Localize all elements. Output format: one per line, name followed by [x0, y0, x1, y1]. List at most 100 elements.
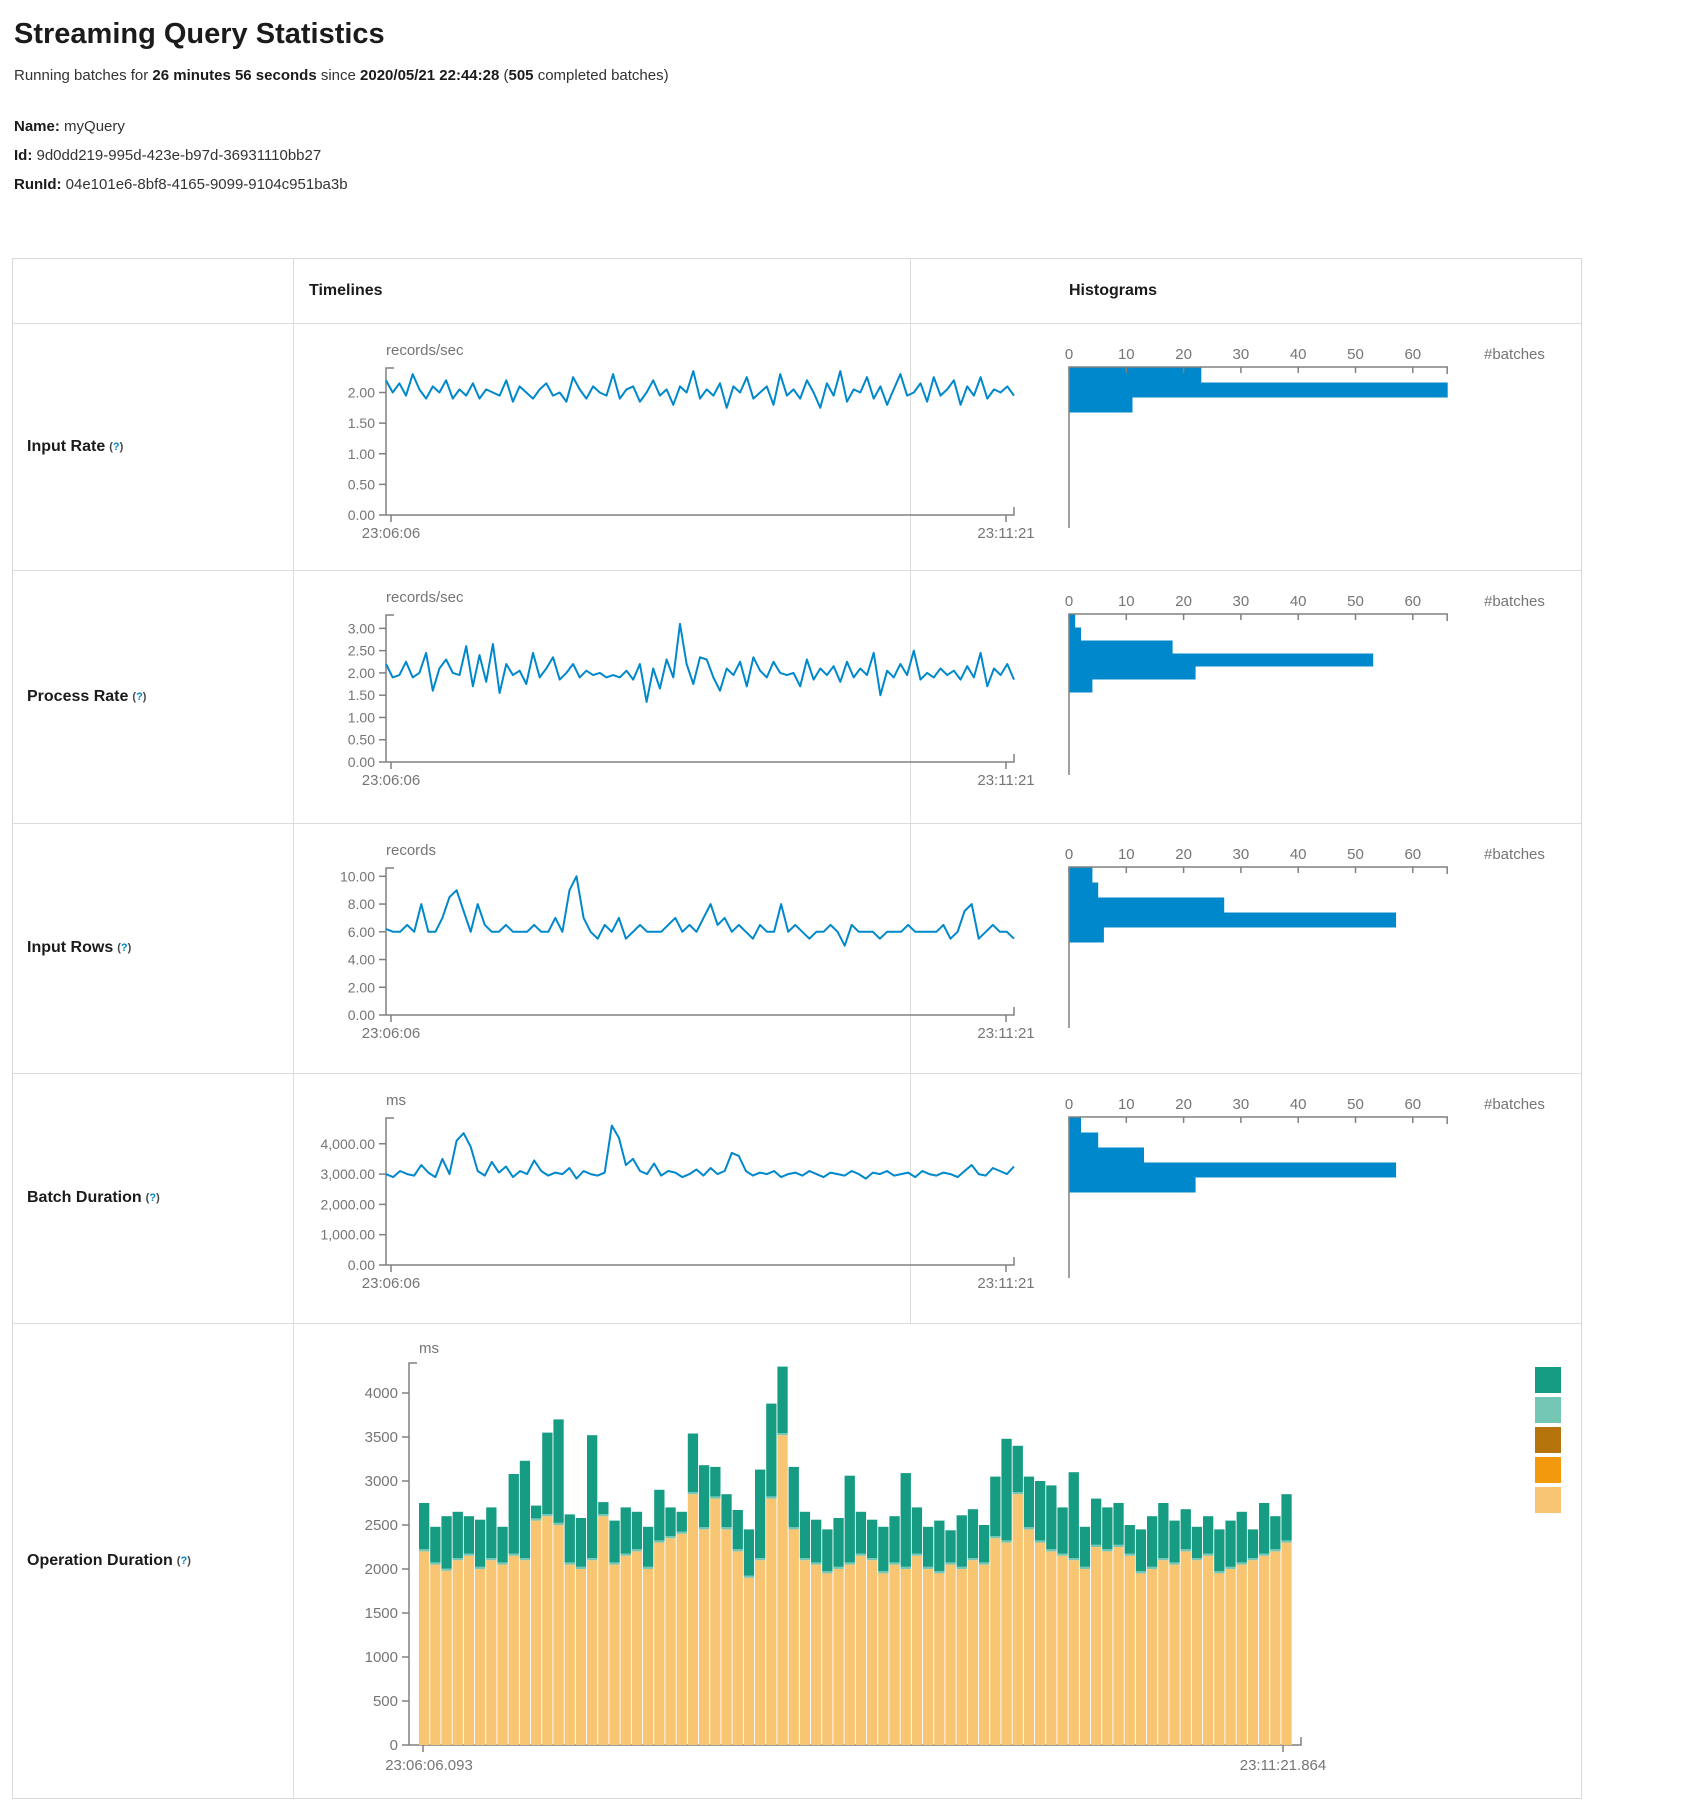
row-label-text: Input Rows — [27, 939, 113, 957]
query-runid-label: RunId: — [14, 176, 61, 193]
svg-text:1500: 1500 — [365, 1605, 398, 1622]
svg-text:ms: ms — [419, 1340, 439, 1357]
svg-text:10: 10 — [1118, 346, 1135, 363]
query-info: Name: myQuery Id: 9d0dd219-995d-423e-b97… — [14, 112, 1693, 199]
svg-text:2,000.00: 2,000.00 — [321, 1196, 376, 1212]
query-id-label: Id: — [14, 147, 32, 164]
legend-color-swatch — [1535, 1487, 1561, 1513]
svg-text:60: 60 — [1404, 1096, 1421, 1113]
svg-text:records/sec: records/sec — [386, 342, 464, 359]
svg-text:2.00: 2.00 — [348, 385, 375, 401]
svg-text:3,000.00: 3,000.00 — [321, 1166, 376, 1182]
svg-text:10: 10 — [1118, 1096, 1135, 1113]
svg-text:23:11:21: 23:11:21 — [977, 525, 1034, 542]
help-icon[interactable]: (?) — [177, 1555, 191, 1567]
svg-text:0.00: 0.00 — [348, 1257, 375, 1273]
svg-text:20: 20 — [1175, 346, 1192, 363]
svg-text:40: 40 — [1290, 346, 1307, 363]
svg-text:1.00: 1.00 — [348, 446, 375, 462]
svg-text:30: 30 — [1233, 846, 1250, 863]
summary-batch-count: 505 — [509, 67, 534, 84]
help-icon[interactable]: (?) — [146, 1192, 160, 1204]
svg-text:23:06:06: 23:06:06 — [362, 525, 420, 542]
svg-text:50: 50 — [1347, 1096, 1364, 1113]
svg-text:records/sec: records/sec — [386, 589, 464, 606]
query-name-line: Name: myQuery — [14, 112, 1693, 141]
svg-text:20: 20 — [1175, 593, 1192, 610]
legend-color-swatch — [1535, 1397, 1561, 1423]
query-id-value: 9d0dd219-995d-423e-b97d-36931110bb27 — [32, 147, 321, 164]
row-label-batch-duration: Batch Duration (?) — [13, 1073, 293, 1323]
svg-text:0: 0 — [1065, 1096, 1073, 1113]
svg-text:#batches: #batches — [1484, 1096, 1545, 1113]
query-runid-value: 04e101e6-8bf8-4165-9099-9104c951ba3b — [61, 176, 347, 193]
process-rate-timeline-chart: records/sec 3.00 2.50 2.00 1.50 1.00 0.50 0.00 2… — [301, 590, 1046, 805]
summary-start-time: 2020/05/21 22:44:28 — [360, 67, 499, 84]
row-label-text: Input Rate — [27, 438, 105, 456]
svg-text:ms: ms — [386, 1092, 406, 1109]
svg-text:10: 10 — [1118, 593, 1135, 610]
svg-text:30: 30 — [1233, 593, 1250, 610]
svg-text:2.50: 2.50 — [348, 643, 375, 659]
svg-text:23:11:21: 23:11:21 — [977, 1275, 1034, 1292]
svg-text:1.00: 1.00 — [348, 709, 375, 725]
svg-text:60: 60 — [1404, 846, 1421, 863]
row-label-text: Operation Duration — [27, 1552, 173, 1570]
running-batches-summary: Running batches for 26 minutes 56 second… — [14, 67, 1693, 84]
process-rate-histogram-chart: 0102030405060#batches — [1067, 580, 1593, 795]
svg-text:1.50: 1.50 — [348, 687, 375, 703]
summary-paren: ( — [499, 67, 508, 84]
svg-text:#batches: #batches — [1484, 846, 1545, 863]
svg-text:23:11:21.864: 23:11:21.864 — [1240, 1757, 1326, 1774]
input-rows-histogram-chart: 0102030405060#batches — [1067, 833, 1593, 1048]
svg-text:40: 40 — [1290, 846, 1307, 863]
input-rate-histogram-chart: 0102030405060#batches — [1067, 333, 1593, 548]
svg-text:3500: 3500 — [365, 1429, 398, 1446]
svg-text:50: 50 — [1347, 846, 1364, 863]
row-label-operation-duration: Operation Duration (?) — [13, 1323, 293, 1798]
svg-text:#batches: #batches — [1484, 346, 1545, 363]
batch-duration-histogram-chart: 0102030405060#batches — [1067, 1083, 1593, 1298]
page-header: Streaming Query Statistics Running batch… — [0, 0, 1693, 199]
row-label-text: Batch Duration — [27, 1189, 142, 1207]
svg-text:1,000.00: 1,000.00 — [321, 1227, 376, 1243]
svg-text:3.00: 3.00 — [348, 620, 375, 636]
svg-text:1.50: 1.50 — [348, 415, 375, 431]
input-rows-timeline-chart: records10.008.006.004.002.000.0023:06:06… — [301, 843, 1046, 1058]
svg-text:23:06:06: 23:06:06 — [362, 772, 420, 789]
svg-text:records: records — [386, 842, 436, 859]
svg-text:23:06:06: 23:06:06 — [362, 1275, 420, 1292]
svg-text:30: 30 — [1233, 1096, 1250, 1113]
svg-text:0.50: 0.50 — [348, 476, 375, 492]
query-runid-line: RunId: 04e101e6-8bf8-4165-9099-9104c951b… — [14, 170, 1693, 199]
svg-text:0.00: 0.00 — [348, 754, 375, 770]
operation-duration-legend — [1535, 1367, 1562, 1517]
input-rate-timeline-chart: records/sec 2.00 1.50 1.00 0.50 0.00 23:06:06 2… — [301, 343, 1046, 558]
metric-row-input-rate: Input Rate (?) records/sec 2.00 1.50 1.00 0.5… — [13, 323, 1581, 570]
help-icon[interactable]: (?) — [132, 691, 146, 703]
svg-text:23:11:21: 23:11:21 — [977, 1025, 1034, 1042]
metric-row-batch-duration: Batch Duration (?) ms 4,000.00 3,000.00 2,00… — [13, 1073, 1581, 1323]
svg-text:0: 0 — [1065, 346, 1073, 363]
help-icon[interactable]: (?) — [117, 942, 131, 954]
svg-text:20: 20 — [1175, 1096, 1192, 1113]
svg-text:4,000.00: 4,000.00 — [321, 1136, 376, 1152]
query-id-line: Id: 9d0dd219-995d-423e-b97d-36931110bb27 — [14, 141, 1693, 170]
svg-text:2.00: 2.00 — [348, 665, 375, 681]
help-icon[interactable]: (?) — [109, 441, 123, 453]
operation-duration-stacked-chart: ms4000350030002500200015001000500023:06:… — [301, 1335, 1341, 1805]
svg-text:60: 60 — [1404, 346, 1421, 363]
svg-text:6.00: 6.00 — [348, 924, 375, 940]
svg-text:2500: 2500 — [365, 1517, 398, 1534]
timelines-header: Timelines — [309, 259, 383, 323]
svg-text:0.00: 0.00 — [348, 1007, 375, 1023]
query-name-value: myQuery — [60, 118, 125, 135]
streaming-query-statistics-page: Streaming Query Statistics Running batch… — [0, 0, 1693, 1820]
svg-text:10.00: 10.00 — [340, 868, 375, 884]
summary-suffix: completed batches) — [534, 67, 669, 84]
svg-text:0.50: 0.50 — [348, 732, 375, 748]
row-label-input-rate: Input Rate (?) — [13, 323, 293, 570]
svg-text:8.00: 8.00 — [348, 896, 375, 912]
svg-text:2000: 2000 — [365, 1561, 398, 1578]
svg-text:0.00: 0.00 — [348, 507, 375, 523]
